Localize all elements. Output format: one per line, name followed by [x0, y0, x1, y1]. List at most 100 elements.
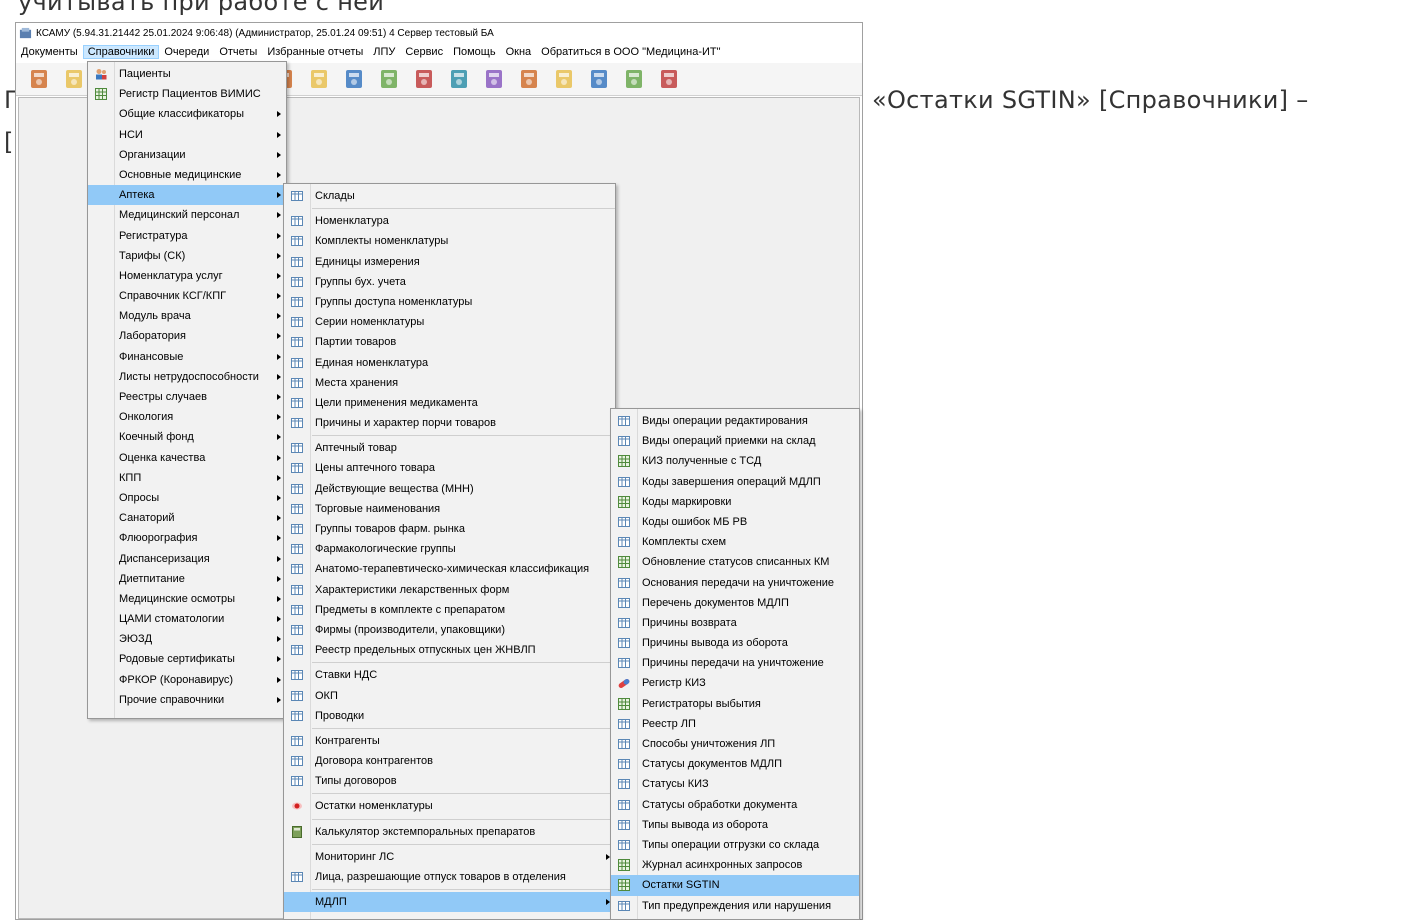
list-icon[interactable]: [551, 66, 577, 92]
menu2-item[interactable]: Комплекты номенклатуры: [284, 231, 615, 251]
menu3-item[interactable]: Статусы КИЗ: [611, 774, 859, 794]
menu2-item[interactable]: Проводки: [284, 706, 615, 726]
menu3-item[interactable]: Виды операции редактирования: [611, 411, 859, 431]
menu-bar-item[interactable]: ЛПУ: [368, 45, 400, 59]
menu1-item[interactable]: Родовые сертификаты: [88, 649, 286, 669]
notes-icon[interactable]: [61, 66, 87, 92]
menu1-item[interactable]: Санаторий: [88, 508, 286, 528]
menu3-item[interactable]: Способы уничтожения ЛП: [611, 734, 859, 754]
red-book-icon[interactable]: [481, 66, 507, 92]
menu2-item[interactable]: Причины и характер порчи товаров: [284, 413, 615, 433]
lock-icon[interactable]: [621, 66, 647, 92]
menu2-item[interactable]: Фармакологические группы: [284, 539, 615, 559]
doctor-icon[interactable]: [26, 66, 52, 92]
menu2-item[interactable]: Характеристики лекарственных форм: [284, 580, 615, 600]
menu2-item[interactable]: Предметы в комплекте с препаратом: [284, 600, 615, 620]
menu2-item[interactable]: Действующие вещества (МНН): [284, 479, 615, 499]
menu1-item[interactable]: Организации: [88, 145, 286, 165]
nurse-icon[interactable]: [446, 66, 472, 92]
menu-bar-item[interactable]: Помощь: [448, 45, 501, 59]
menu2-item[interactable]: Реестр предельных отпускных цен ЖНВЛП: [284, 640, 615, 660]
menu3-item[interactable]: Коды ошибок МБ РВ: [611, 512, 859, 532]
menu-bar-item[interactable]: Справочники: [82, 45, 160, 59]
menu3-item[interactable]: Реестр ЛП: [611, 714, 859, 734]
menu3-item[interactable]: Причины возврата: [611, 613, 859, 633]
menu2-item[interactable]: Калькулятор экстемпоральных препаратов: [284, 822, 615, 842]
menu-bar-item[interactable]: Отчеты: [214, 45, 262, 59]
menu1-item[interactable]: Регистр Пациентов ВИМИС: [88, 84, 286, 104]
menu2-item[interactable]: Партии товаров: [284, 332, 615, 352]
menu1-item[interactable]: Аптека: [88, 185, 286, 206]
menu2-item[interactable]: Лица, разрешающие отпуск товаров в отдел…: [284, 867, 615, 887]
menu3-item[interactable]: Причины передачи на уничтожение: [611, 653, 859, 673]
menu3-item[interactable]: Статусы документов МДЛП: [611, 754, 859, 774]
menu3-item[interactable]: Регистр КИЗ: [611, 673, 859, 693]
menu1-item[interactable]: Медицинский персонал: [88, 205, 286, 225]
chat-icon[interactable]: [656, 66, 682, 92]
menu3-item[interactable]: Обновление статусов списанных КМ: [611, 552, 859, 572]
menu-bar-item[interactable]: Сервис: [400, 45, 448, 59]
menu1-item[interactable]: Диетпитание: [88, 569, 286, 589]
menu2-item[interactable]: Единицы измерения: [284, 252, 615, 272]
medkit-icon[interactable]: [306, 66, 332, 92]
menu3-item[interactable]: Регистраторы выбытия: [611, 694, 859, 714]
menu3-item[interactable]: КИЗ полученные с ТСД: [611, 451, 859, 471]
menu3-item[interactable]: Статусы обработки документа: [611, 795, 859, 815]
menu2-item[interactable]: Мониторинг ЛС: [284, 847, 615, 867]
menu1-item[interactable]: Пациенты: [88, 64, 286, 84]
menu2-item[interactable]: ОКП: [284, 686, 615, 706]
menu2-item[interactable]: Торговые наименования: [284, 499, 615, 519]
menu2-item[interactable]: Цены аптечного товара: [284, 458, 615, 478]
barcode-icon[interactable]: [411, 66, 437, 92]
menu1-item[interactable]: Справочник КСГ/КПГ: [88, 286, 286, 306]
menu3-item[interactable]: Типы операции отгрузки со склада: [611, 835, 859, 855]
menu1-item[interactable]: Оценка качества: [88, 448, 286, 468]
menu2-item[interactable]: Номенклатура: [284, 211, 615, 231]
menu-bar-item[interactable]: Окна: [501, 45, 537, 59]
menu2-item[interactable]: МДЛП: [284, 892, 615, 913]
menu1-item[interactable]: Опросы: [88, 488, 286, 508]
menu2-item[interactable]: Ставки НДС: [284, 665, 615, 685]
menu1-item[interactable]: Тарифы (СК): [88, 246, 286, 266]
menu1-item[interactable]: Коечный фонд: [88, 427, 286, 447]
menu2-item[interactable]: Единая номенклатура: [284, 353, 615, 373]
menu1-item[interactable]: Финансовые: [88, 347, 286, 367]
menu2-item[interactable]: Склады: [284, 186, 615, 206]
window-icon[interactable]: [516, 66, 542, 92]
menu2-item[interactable]: Места хранения: [284, 373, 615, 393]
menu2-item[interactable]: Серии номенклатуры: [284, 312, 615, 332]
menu2-item[interactable]: Типы договоров: [284, 771, 615, 791]
menu3-item[interactable]: Коды маркировки: [611, 492, 859, 512]
menu-bar-item[interactable]: Очереди: [159, 45, 214, 59]
pdf-icon[interactable]: [586, 66, 612, 92]
menu1-item[interactable]: Онкология: [88, 407, 286, 427]
menu1-item[interactable]: Основные медицинские: [88, 165, 286, 185]
menu2-item[interactable]: Анатомо-терапевтическо-химическая класси…: [284, 559, 615, 579]
menu2-item[interactable]: Контрагенты: [284, 731, 615, 751]
menu3-item[interactable]: Коды завершения операций МДЛП: [611, 472, 859, 492]
menu1-item[interactable]: Общие классификаторы: [88, 104, 286, 124]
menu2-item[interactable]: Договора контрагентов: [284, 751, 615, 771]
menu1-item[interactable]: ЭЮЗД: [88, 629, 286, 649]
menu1-item[interactable]: Реестры случаев: [88, 387, 286, 407]
menu3-item[interactable]: Остатки SGTIN: [611, 875, 859, 896]
menu2-item[interactable]: Остатки номенклатуры: [284, 796, 615, 816]
menu3-item[interactable]: Журнал асинхронных запросов: [611, 855, 859, 875]
menu2-item[interactable]: Группы товаров фарм. рынка: [284, 519, 615, 539]
menu3-item[interactable]: Перечень документов МДЛП: [611, 593, 859, 613]
menu-bar-item[interactable]: Избранные отчеты: [262, 45, 368, 59]
menu-bar-item[interactable]: Обратиться в ООО "Медицина-ИТ": [536, 45, 725, 59]
menu2-item[interactable]: Аптечный товар: [284, 438, 615, 458]
menu3-item[interactable]: Виды операций приемки на склад: [611, 431, 859, 451]
menu1-item[interactable]: Регистратура: [88, 226, 286, 246]
menu2-item[interactable]: Группы доступа номенклатуры: [284, 292, 615, 312]
menu2-item[interactable]: Цели применения медикамента: [284, 393, 615, 413]
menu1-item[interactable]: Флюорография: [88, 528, 286, 548]
menu-bar-item[interactable]: Документы: [16, 45, 83, 59]
menu1-item[interactable]: НСИ: [88, 125, 286, 145]
flask-icon[interactable]: [376, 66, 402, 92]
books-icon[interactable]: [341, 66, 367, 92]
menu1-item[interactable]: Лаборатория: [88, 326, 286, 346]
menu3-item[interactable]: Комплекты схем: [611, 532, 859, 552]
menu1-item[interactable]: КПП: [88, 468, 286, 488]
